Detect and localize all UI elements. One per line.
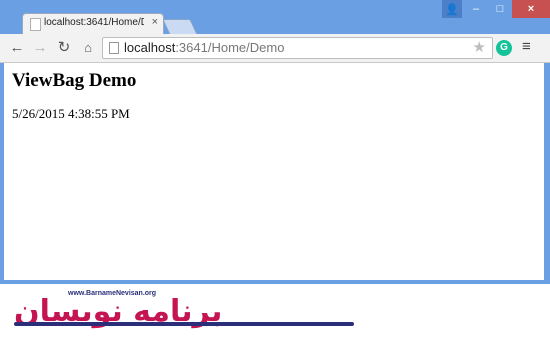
maximize-button[interactable]: □ <box>488 0 512 18</box>
url-host: localhost <box>124 40 176 55</box>
title-bar: localhost:3641/Home/Dem × 👤 – □ × <box>0 0 550 35</box>
home-icon[interactable]: ⌂ <box>79 39 97 57</box>
page-icon <box>109 42 119 54</box>
forward-icon[interactable]: → <box>31 39 49 57</box>
minimize-button[interactable]: – <box>464 0 488 18</box>
site-logo: www.BarnameNevisan.org برنامه نویسان <box>14 290 364 335</box>
tab-close-icon[interactable]: × <box>152 16 158 28</box>
url-path: :3641/Home/Demo <box>175 40 285 55</box>
page-favicon-icon <box>30 18 41 31</box>
browser-tab[interactable]: localhost:3641/Home/Dem × <box>22 13 164 35</box>
datetime-text: 5/26/2015 4:38:55 PM <box>12 106 130 121</box>
back-icon[interactable]: ← <box>8 39 26 57</box>
menu-icon[interactable]: ≡ <box>522 38 531 55</box>
grammarly-extension-icon[interactable]: G <box>496 40 512 56</box>
close-window-button[interactable]: × <box>512 0 550 18</box>
page-heading: ViewBag Demo <box>12 70 137 91</box>
bookmark-star-icon[interactable]: ★ <box>473 38 486 56</box>
reload-icon[interactable]: ↻ <box>55 39 73 57</box>
browser-window: localhost:3641/Home/Dem × 👤 – □ × ← → ↻ … <box>0 0 550 284</box>
new-tab-button[interactable] <box>162 19 198 35</box>
url-text[interactable]: localhost:3641/Home/Demo <box>124 40 284 55</box>
browser-toolbar: ← → ↻ ⌂ localhost:3641/Home/Demo ★ G ≡ <box>0 34 550 63</box>
page-viewport: ViewBag Demo 5/26/2015 4:38:55 PM <box>4 63 544 280</box>
address-bar[interactable]: localhost:3641/Home/Demo ★ <box>102 37 493 59</box>
profile-button[interactable]: 👤 <box>442 0 462 18</box>
tab-title: localhost:3641/Home/Dem <box>44 17 144 28</box>
logo-underline <box>14 322 354 326</box>
